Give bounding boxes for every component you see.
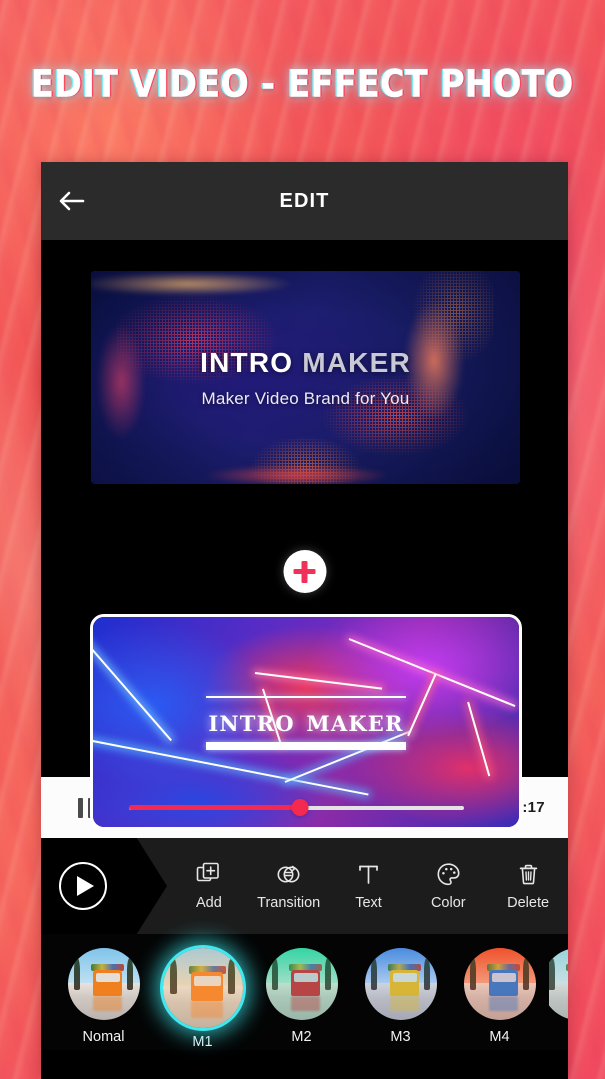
filter-label: M2 [291,1029,312,1045]
seek-fill [129,805,300,810]
filter-thumbnail [67,948,140,1020]
back-button[interactable] [41,162,103,240]
phone-screen-mockup: EDIT INTRO MAKER Maker Video Brand for Y… [41,162,568,1079]
text-icon [356,862,381,888]
play-triangle [77,876,94,896]
toolbar-item-text[interactable]: Text [329,862,409,911]
filter-preview-scene [364,948,437,1020]
toolbar-item-transition[interactable]: Transition [249,862,329,911]
toolbar-item-color-label: Color [430,894,466,911]
scene-color-tint [463,948,536,1020]
filter-item-m2[interactable]: M2 [252,948,351,1045]
clip-2-title: Intro Maker [208,704,404,739]
toolbar-item-text-label: Text [355,894,382,911]
filter-item-nomal[interactable]: Nomal [54,948,153,1045]
filter-preview-scene [67,948,140,1020]
filter-label: M1 [192,1034,213,1050]
filter-thumbnail [265,948,338,1020]
trash-icon [516,862,541,888]
clip-1-title-part2: MAKER [302,346,411,378]
toolbar-item-add-label: Add [195,894,222,911]
filter-label: M3 [390,1029,411,1045]
play-button[interactable] [41,838,167,934]
color-palette-icon [436,862,461,888]
clip-1-text-overlay: INTRO MAKER Maker Video Brand for You [91,271,520,484]
plus-icon-horizontal [293,568,316,575]
seek-thumb[interactable] [291,799,309,816]
scene-van [93,969,123,996]
scene-palm-right [126,958,134,990]
toolbar-item-delete[interactable]: Delete [488,862,568,911]
filter-thumbnail [549,948,568,1020]
page-title: EDIT [279,189,330,212]
add-clip-button[interactable] [283,550,326,593]
filter-thumbnail [463,948,536,1020]
filter-item-m3[interactable]: M3 [351,948,450,1045]
clip-1-title-part1: INTRO [200,346,303,378]
scene-reflection [93,995,123,1012]
scene-color-tint [364,948,437,1020]
filter-preview-scene [463,948,536,1020]
filter-list: Nomal M1 M2 M3 M4 [41,948,568,1050]
filter-preview-scene [549,948,568,1020]
filter-thumbnail [162,948,243,1028]
filter-label: M4 [489,1029,510,1045]
filter-label: Nomal [82,1029,125,1045]
toolbar-item-add[interactable]: Add [169,862,249,911]
clip-2-title-group: Intro Maker [204,696,407,750]
scene-color-tint [549,948,568,1020]
editor-stage: INTRO MAKER Maker Video Brand for You in… [41,240,568,830]
play-icon [59,862,107,910]
clip-1-title: INTRO MAKER [200,347,411,379]
back-arrow-icon [58,190,86,212]
scene-color-tint [162,948,243,1028]
filter-strip[interactable]: Nomal M1 M2 M3 M4 [41,934,568,1050]
filter-preview-scene [162,948,243,1028]
filter-item-m1[interactable]: M1 [153,948,252,1050]
scene-color-tint [265,948,338,1020]
scene-palm-left [73,958,81,990]
clip-2-title-rule-bottom [206,742,406,750]
toolbar-item-delete-label: Delete [507,894,550,911]
transition-icon [276,862,301,888]
filter-item-partial[interactable] [549,948,568,1020]
clip-1-subtitle: Maker Video Brand for You [201,388,410,408]
toolbar-items: Add Transition Text Color Delete [169,862,568,911]
seek-slider[interactable] [129,798,464,818]
filter-preview-scene [265,948,338,1020]
app-header: EDIT [41,162,568,240]
filter-thumbnail [364,948,437,1020]
toolbar-item-transition-label: Transition [257,894,321,911]
filter-item-m4[interactable]: M4 [450,948,549,1045]
toolbar-item-color[interactable]: Color [408,862,488,911]
clip-2-text-overlay: Intro Maker [93,617,519,827]
edit-toolbar: Add Transition Text Color Delete [41,838,568,934]
promo-title: EDIT VIDEO - EFFECT PHOTO [31,61,574,106]
add-layers-icon [196,862,221,888]
pause-icon-bar-left [78,797,83,818]
clip-2-title-rule-top [206,696,406,698]
video-clip-1[interactable]: INTRO MAKER Maker Video Brand for You [91,271,520,484]
